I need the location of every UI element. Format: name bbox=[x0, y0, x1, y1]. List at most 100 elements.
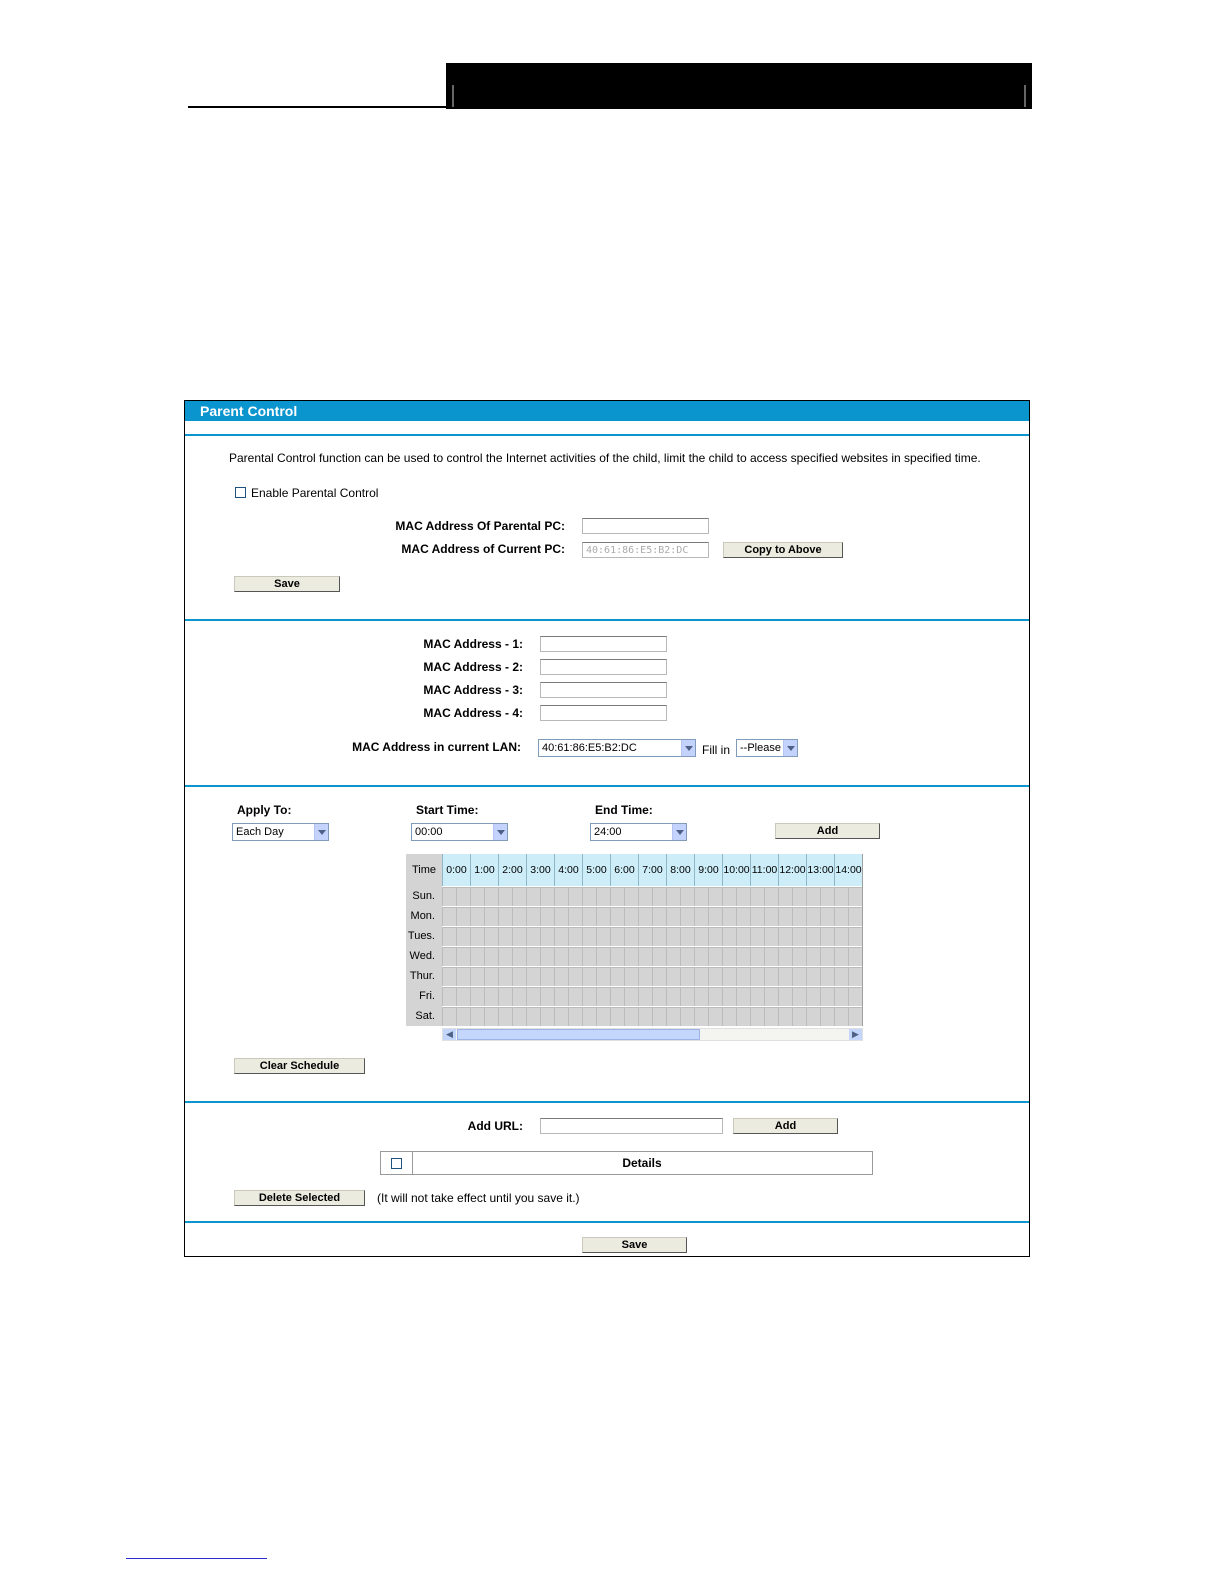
schedule-cell[interactable] bbox=[484, 987, 498, 1006]
schedule-cell[interactable] bbox=[456, 987, 470, 1006]
schedule-cell[interactable] bbox=[750, 907, 764, 926]
save-parental-button[interactable]: Save bbox=[234, 576, 340, 592]
schedule-cell[interactable] bbox=[736, 887, 750, 906]
schedule-cell[interactable] bbox=[820, 947, 834, 966]
schedule-cell[interactable] bbox=[442, 907, 456, 926]
schedule-cell[interactable] bbox=[736, 927, 750, 946]
schedule-cell[interactable] bbox=[456, 947, 470, 966]
chevron-down-icon[interactable] bbox=[783, 740, 797, 756]
schedule-cell[interactable] bbox=[596, 907, 610, 926]
schedule-cell[interactable] bbox=[722, 987, 736, 1006]
schedule-cell[interactable] bbox=[596, 967, 610, 986]
add-url-input[interactable] bbox=[540, 1118, 723, 1134]
schedule-cell[interactable] bbox=[526, 1007, 540, 1026]
schedule-cell[interactable] bbox=[624, 887, 638, 906]
schedule-cell[interactable] bbox=[582, 987, 596, 1006]
schedule-cell[interactable] bbox=[666, 967, 680, 986]
schedule-cell[interactable] bbox=[470, 907, 484, 926]
schedule-cell[interactable] bbox=[708, 927, 722, 946]
schedule-cell[interactable] bbox=[764, 987, 778, 1006]
schedule-cell[interactable] bbox=[540, 907, 554, 926]
schedule-cell[interactable] bbox=[792, 967, 806, 986]
schedule-cell[interactable] bbox=[708, 947, 722, 966]
schedule-cell[interactable] bbox=[568, 1007, 582, 1026]
schedule-cell[interactable] bbox=[736, 947, 750, 966]
select-all-checkbox[interactable] bbox=[391, 1158, 402, 1169]
schedule-cell[interactable] bbox=[526, 887, 540, 906]
schedule-cell[interactable] bbox=[848, 1007, 862, 1026]
schedule-cell[interactable] bbox=[806, 987, 820, 1006]
schedule-cell[interactable] bbox=[652, 947, 666, 966]
schedule-cell[interactable] bbox=[470, 887, 484, 906]
schedule-cell[interactable] bbox=[792, 927, 806, 946]
schedule-cell[interactable] bbox=[652, 987, 666, 1006]
schedule-cell[interactable] bbox=[512, 907, 526, 926]
schedule-cell[interactable] bbox=[624, 947, 638, 966]
schedule-cell[interactable] bbox=[540, 1007, 554, 1026]
chevron-down-icon[interactable] bbox=[493, 824, 507, 840]
schedule-cell[interactable] bbox=[554, 1007, 568, 1026]
schedule-cell[interactable] bbox=[680, 907, 694, 926]
schedule-cell[interactable] bbox=[652, 907, 666, 926]
schedule-cell[interactable] bbox=[722, 887, 736, 906]
schedule-cell[interactable] bbox=[722, 927, 736, 946]
schedule-cell[interactable] bbox=[736, 987, 750, 1006]
schedule-cell[interactable] bbox=[470, 927, 484, 946]
schedule-cell[interactable] bbox=[554, 887, 568, 906]
schedule-cell[interactable] bbox=[708, 967, 722, 986]
schedule-cell[interactable] bbox=[638, 927, 652, 946]
schedule-cell[interactable] bbox=[680, 927, 694, 946]
schedule-cell[interactable] bbox=[512, 947, 526, 966]
schedule-cell[interactable] bbox=[554, 947, 568, 966]
start-time-select[interactable]: 00:00 bbox=[411, 823, 508, 841]
schedule-cell[interactable] bbox=[792, 1007, 806, 1026]
schedule-cell[interactable] bbox=[638, 1007, 652, 1026]
schedule-cell[interactable] bbox=[806, 967, 820, 986]
schedule-cell[interactable] bbox=[778, 987, 792, 1006]
schedule-cell[interactable] bbox=[778, 967, 792, 986]
schedule-cell[interactable] bbox=[708, 1007, 722, 1026]
schedule-cell[interactable] bbox=[708, 887, 722, 906]
schedule-cell[interactable] bbox=[750, 1007, 764, 1026]
schedule-cell[interactable] bbox=[610, 1007, 624, 1026]
schedule-cell[interactable] bbox=[764, 887, 778, 906]
schedule-cell[interactable] bbox=[638, 967, 652, 986]
schedule-cell[interactable] bbox=[456, 927, 470, 946]
schedule-cell[interactable] bbox=[582, 947, 596, 966]
schedule-cell[interactable] bbox=[652, 927, 666, 946]
schedule-cell[interactable] bbox=[722, 907, 736, 926]
schedule-cell[interactable] bbox=[708, 987, 722, 1006]
lan-mac-select[interactable]: 40:61:86:E5:B2:DC bbox=[538, 739, 696, 757]
schedule-cell[interactable] bbox=[694, 967, 708, 986]
schedule-cell[interactable] bbox=[834, 1007, 848, 1026]
schedule-cell[interactable] bbox=[820, 927, 834, 946]
save-all-button[interactable]: Save bbox=[582, 1237, 687, 1253]
schedule-cell[interactable] bbox=[610, 947, 624, 966]
schedule-cell[interactable] bbox=[456, 1007, 470, 1026]
schedule-cell[interactable] bbox=[806, 907, 820, 926]
schedule-cell[interactable] bbox=[484, 967, 498, 986]
mac-address-1-input[interactable] bbox=[540, 636, 667, 652]
schedule-cell[interactable] bbox=[526, 907, 540, 926]
schedule-cell[interactable] bbox=[540, 927, 554, 946]
schedule-cell[interactable] bbox=[554, 967, 568, 986]
schedule-cell[interactable] bbox=[540, 887, 554, 906]
schedule-cell[interactable] bbox=[708, 907, 722, 926]
schedule-cell[interactable] bbox=[764, 927, 778, 946]
schedule-cell[interactable] bbox=[512, 987, 526, 1006]
schedule-cell[interactable] bbox=[750, 967, 764, 986]
schedule-cell[interactable] bbox=[638, 907, 652, 926]
clear-schedule-button[interactable]: Clear Schedule bbox=[234, 1058, 365, 1074]
schedule-cell[interactable] bbox=[764, 907, 778, 926]
chevron-down-icon[interactable] bbox=[681, 740, 695, 756]
schedule-cell[interactable] bbox=[526, 947, 540, 966]
schedule-cell[interactable] bbox=[596, 887, 610, 906]
schedule-cell[interactable] bbox=[568, 927, 582, 946]
schedule-cell[interactable] bbox=[638, 987, 652, 1006]
add-url-button[interactable]: Add bbox=[733, 1118, 838, 1134]
schedule-cell[interactable] bbox=[442, 967, 456, 986]
schedule-cell[interactable] bbox=[484, 927, 498, 946]
schedule-cell[interactable] bbox=[526, 987, 540, 1006]
schedule-cell[interactable] bbox=[666, 987, 680, 1006]
schedule-cell[interactable] bbox=[736, 907, 750, 926]
